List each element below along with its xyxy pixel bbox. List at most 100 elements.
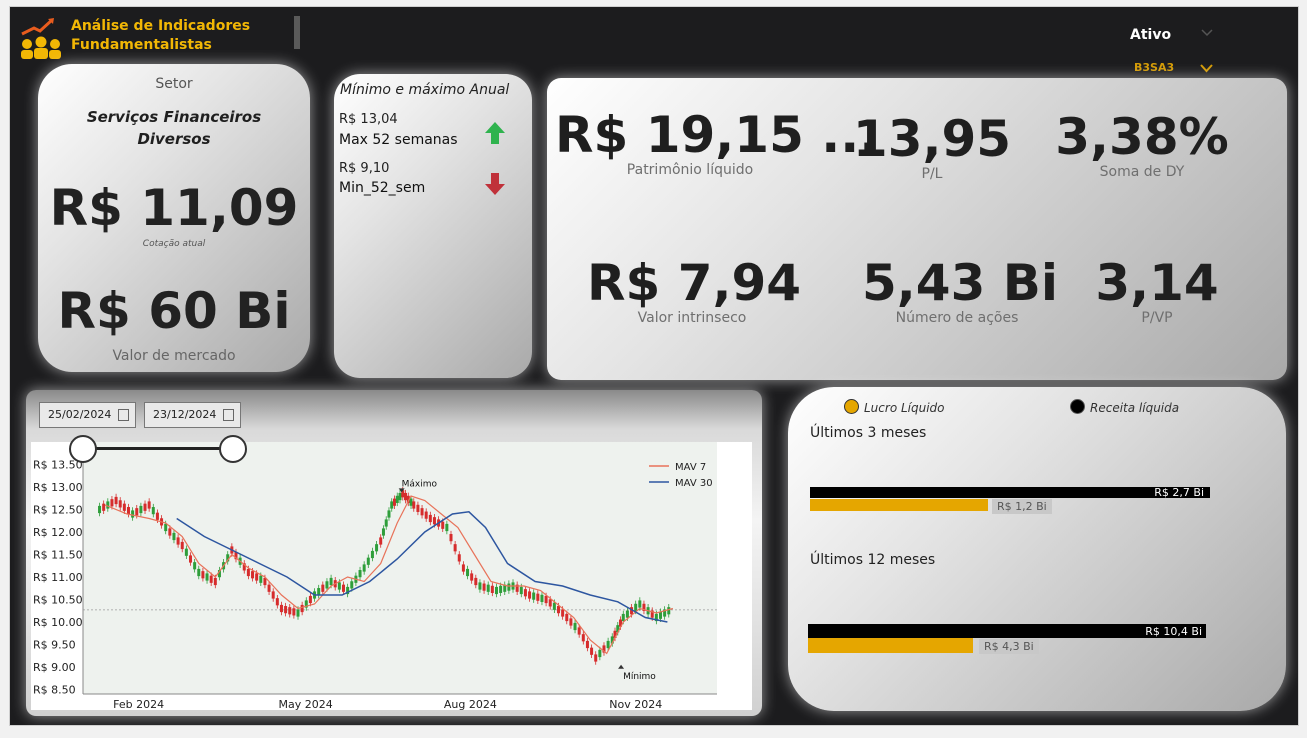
candle-body: [548, 599, 552, 607]
candle-body: [98, 505, 102, 514]
candle-body: [395, 495, 399, 503]
valor-mercado-label: Valor de mercado: [112, 348, 236, 364]
title-divider: [294, 16, 300, 49]
lucro-12m-bar[interactable]: [808, 638, 973, 653]
candle-body: [168, 528, 172, 536]
date-range-slider[interactable]: [83, 447, 233, 450]
candle-body: [271, 591, 275, 599]
calendar-icon[interactable]: [223, 409, 234, 421]
acoes-value: 5,43 Bi: [862, 254, 1059, 312]
app-title-line2: Fundamentalistas: [71, 37, 212, 53]
chevron-down-icon[interactable]: [1200, 27, 1214, 39]
candle-body: [606, 640, 610, 649]
cotacao-label: Cotação atual: [142, 239, 206, 249]
candle-body: [557, 606, 560, 614]
pl-label: P/L: [921, 166, 943, 182]
candle-body: [308, 595, 312, 604]
period-3m-label: Últimos 3 meses: [810, 425, 927, 441]
candle-body: [390, 501, 394, 509]
candle-body: [478, 582, 482, 590]
pvp-label: P/VP: [1141, 310, 1173, 326]
setor-value-line1: Serviços Financeiros: [86, 108, 262, 126]
candle-body: [573, 622, 577, 631]
candle-body: [296, 609, 300, 617]
ativo-dropdown[interactable]: B3SA3: [1126, 58, 1220, 78]
candle-body: [205, 573, 209, 581]
slider-start-handle[interactable]: [69, 435, 97, 463]
candle-body: [528, 591, 532, 599]
candle-body: [461, 564, 465, 572]
valor-mercado-value: R$ 60 Bi: [57, 282, 291, 340]
max-52-value: R$ 13,04: [339, 112, 398, 127]
end-date-input[interactable]: 23/12/2024: [144, 402, 241, 428]
y-tick-label: R$ 10.00: [33, 616, 83, 629]
candle-body: [470, 573, 474, 581]
candle-body: [122, 503, 126, 511]
candle-body: [523, 589, 527, 597]
candle-body: [197, 568, 201, 577]
min-52-label: Min_52_sem: [339, 180, 426, 196]
candle-body: [404, 492, 408, 501]
candle-body: [325, 581, 329, 589]
intrinseco-label: Valor intrinseco: [637, 310, 747, 326]
kpi-intrinseco: R$ 7,94 Valor intrinseco: [587, 254, 801, 326]
candle-body: [379, 537, 383, 545]
x-tick-label: May 2024: [279, 698, 333, 710]
app-title-line1: Análise de Indicadores: [71, 18, 251, 34]
candle-body: [453, 544, 457, 552]
candle-body: [143, 503, 147, 511]
price-chart-card: 25/02/2024 23/12/2024 R$ 13.50 R$ 13.00 R$…: [26, 390, 762, 716]
candle-body: [457, 554, 461, 562]
candle-body: [201, 571, 205, 579]
candle-body: [565, 613, 569, 622]
candle-body: [193, 562, 197, 570]
candle-body: [370, 550, 374, 559]
candle-body: [494, 586, 498, 595]
candle-body: [590, 647, 594, 655]
candle-body: [189, 555, 193, 563]
plot-area: R$ 13.50 R$ 13.00 R$ 12.50 R$ 12.00 R$ 11.50…: [31, 442, 752, 710]
candle-body: [577, 627, 581, 635]
slider-end-handle[interactable]: [219, 435, 247, 463]
candle-body: [569, 618, 573, 626]
plot-background: [83, 442, 717, 694]
candle-body: [441, 521, 445, 529]
candle-body: [416, 504, 420, 512]
candle-body: [341, 584, 345, 592]
receita-dot-icon: [1070, 399, 1085, 414]
candle-body: [176, 537, 180, 545]
candle-body: [184, 548, 188, 556]
candle-body: [329, 577, 333, 586]
y-tick-label: R$ 12.00: [33, 526, 83, 539]
candle-body: [106, 501, 110, 509]
y-tick-label: R$ 13.00: [33, 481, 83, 494]
candle-body: [585, 640, 589, 649]
start-date-input[interactable]: 25/02/2024: [39, 402, 136, 428]
y-tick-label: R$ 11.50: [33, 549, 83, 562]
y-tick-label: R$ 8.50: [33, 684, 76, 697]
kpi-dy: 3,38% Soma de DY: [1047, 108, 1237, 180]
candle-body: [490, 585, 494, 593]
y-tick-label: R$ 11.00: [33, 571, 83, 584]
candle-body: [621, 613, 625, 622]
candle-body: [209, 575, 213, 583]
kpi-pl: 13,95 P/L: [847, 110, 1017, 182]
candle-body: [420, 508, 424, 516]
candle-body: [255, 573, 259, 581]
dy-value: 3,38%: [1055, 108, 1229, 166]
candle-body: [598, 649, 602, 658]
candle-body: [398, 492, 402, 501]
x-tick-label: Nov 2024: [609, 698, 662, 710]
candle-body: [581, 634, 585, 642]
candle-body: [561, 609, 565, 617]
candle-body: [139, 505, 143, 514]
candle-body: [384, 519, 388, 527]
cotacao-value: R$ 11,09: [49, 179, 299, 237]
candle-body: [536, 593, 540, 601]
price-chart: R$ 13.50R$ 13.00R$ 12.50R$ 12.00R$ 11.50…: [33, 442, 717, 710]
candle-body: [392, 498, 396, 506]
candle-body: [147, 501, 151, 509]
lucro-3m-bar[interactable]: [810, 499, 988, 511]
calendar-icon[interactable]: [118, 409, 129, 421]
x-tick-label: Aug 2024: [444, 698, 497, 710]
